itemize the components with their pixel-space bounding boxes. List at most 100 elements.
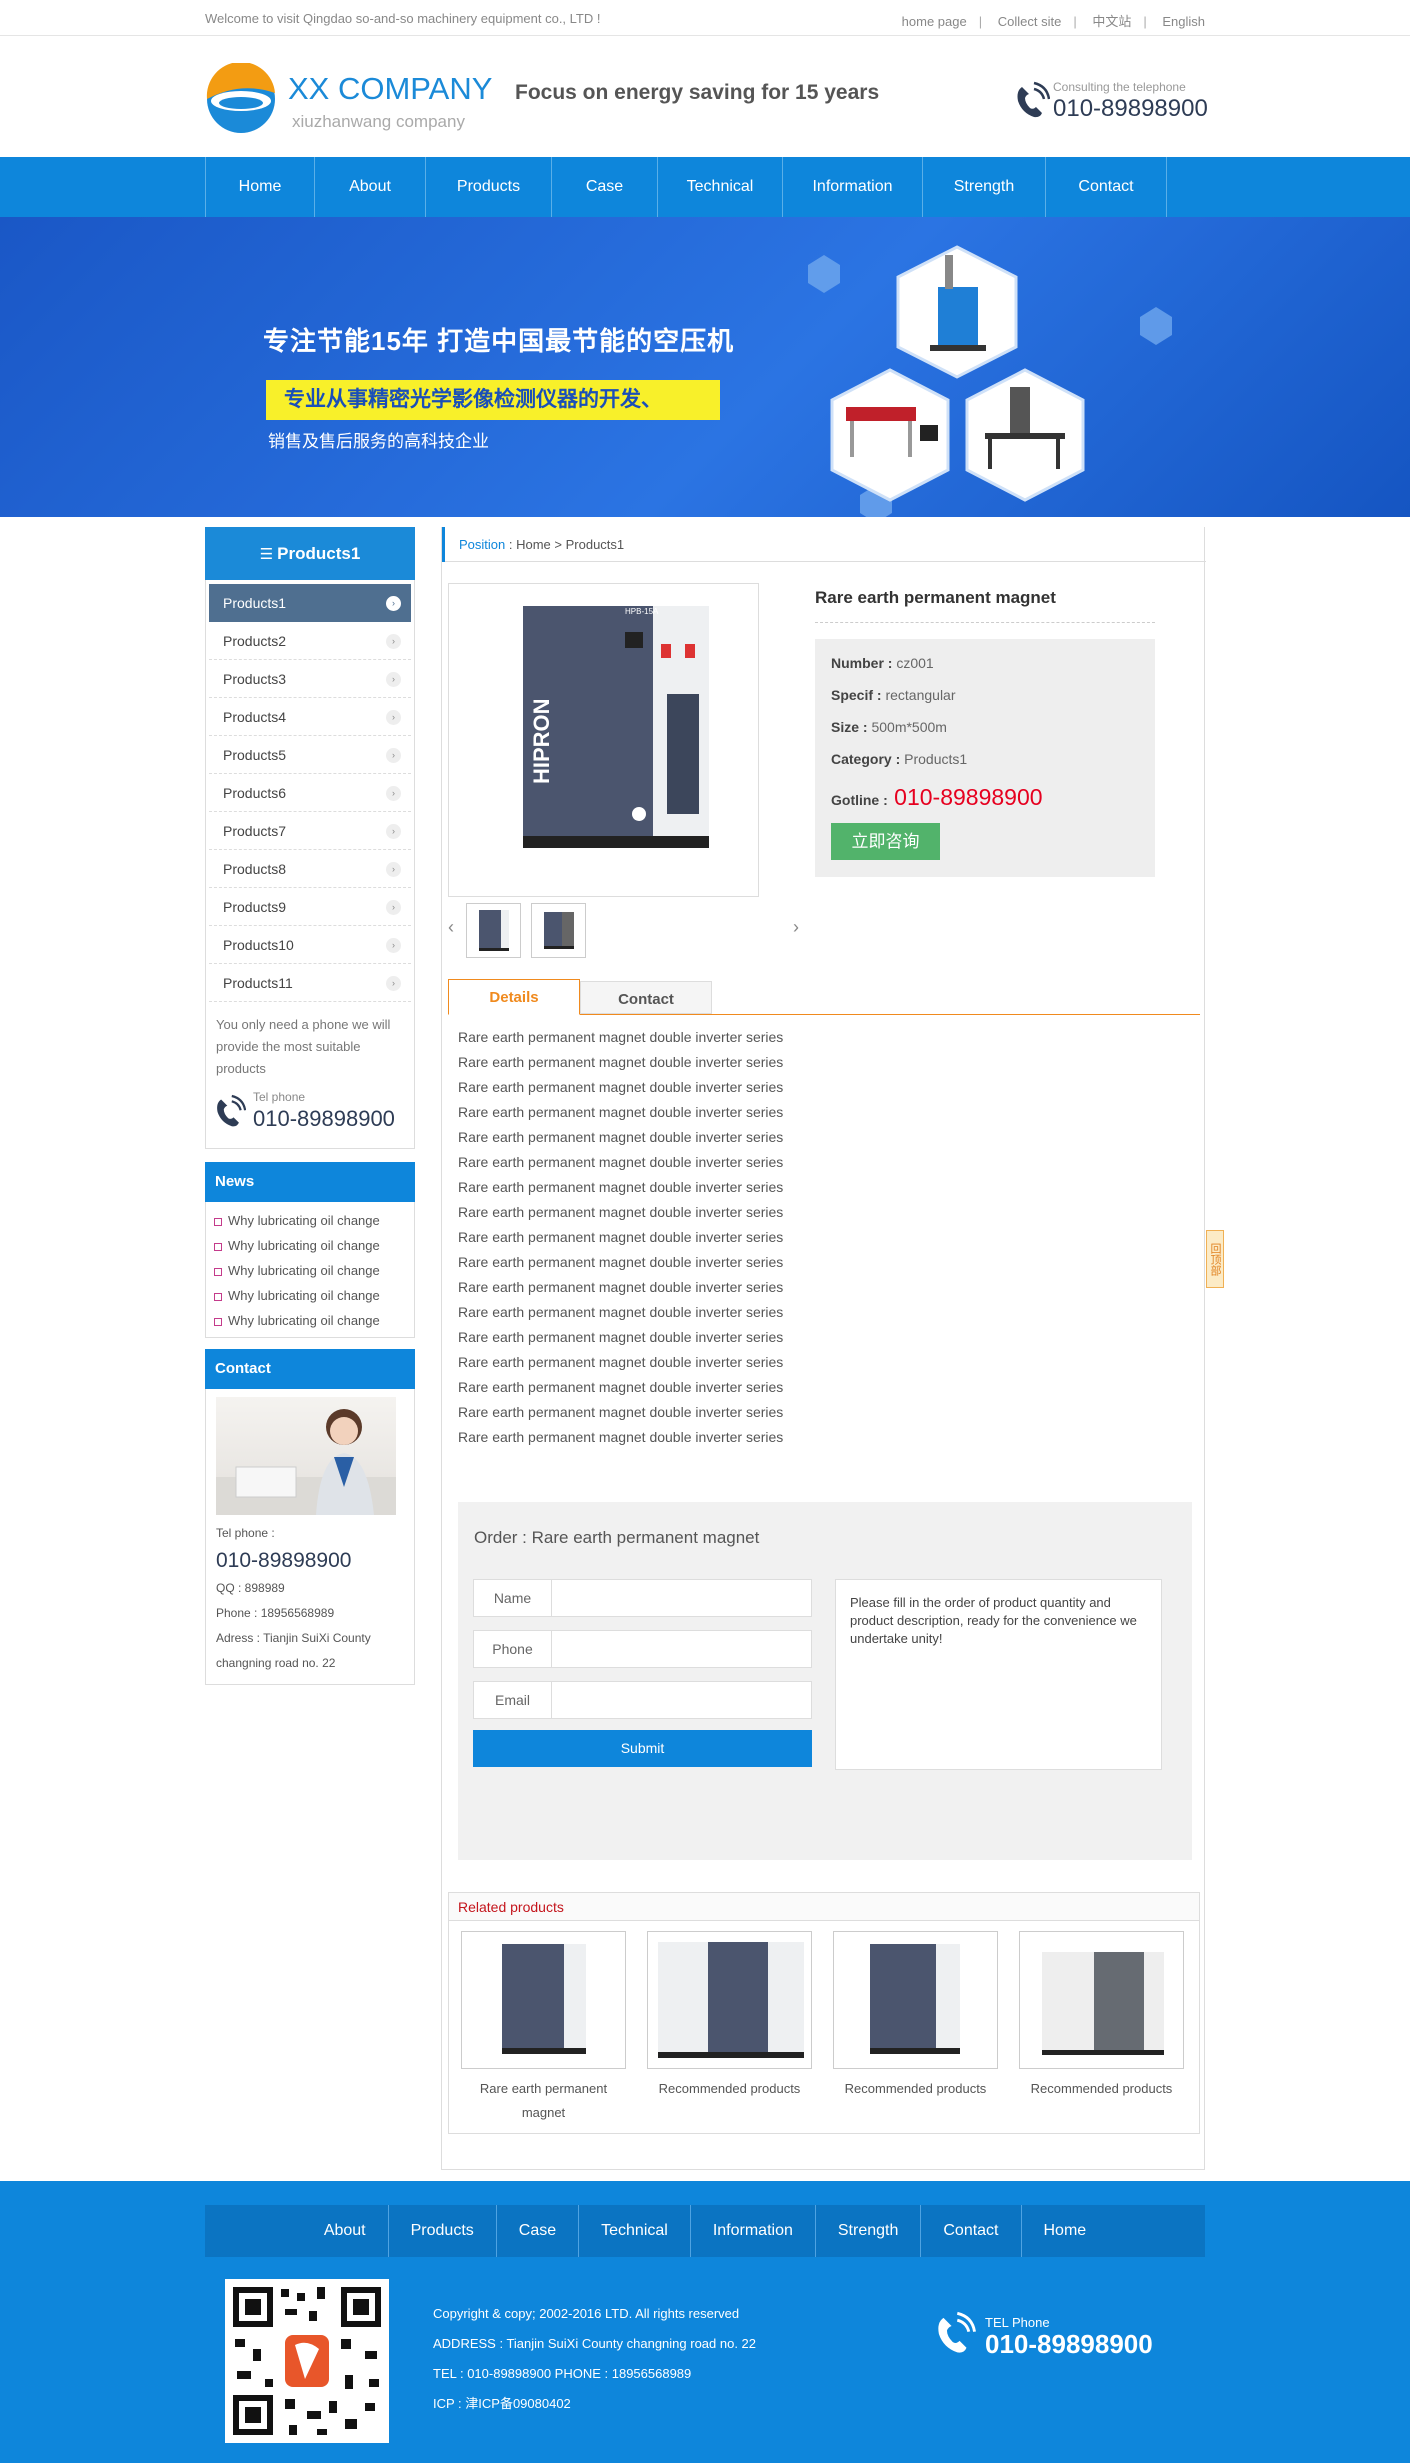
details-line: Rare earth permanent magnet double inver…	[458, 1154, 784, 1170]
header-tel-number: 010-89898900	[1053, 95, 1208, 122]
footer-nav-about[interactable]: About	[302, 2205, 389, 2257]
breadcrumb: Position : Home > Products1	[442, 527, 1206, 562]
related-image[interactable]	[461, 1931, 626, 2069]
sidebar-item-products6[interactable]: Products6 ›	[209, 774, 411, 812]
chevron-right-icon: ›	[386, 748, 401, 763]
news-item[interactable]: Why lubricating oil change	[214, 1233, 406, 1258]
sidebar-title-text: Products1	[277, 544, 361, 563]
nav-case[interactable]: Case	[551, 157, 657, 217]
top-link-collect[interactable]: Collect site	[998, 14, 1062, 29]
footer-nav-home[interactable]: Home	[1022, 2205, 1109, 2257]
related-image[interactable]	[833, 1931, 998, 2069]
sidebar-item-products10[interactable]: Products10 ›	[209, 926, 411, 964]
sidebar-item-label: Products10	[223, 937, 294, 953]
nav-strength[interactable]: Strength	[922, 157, 1045, 217]
related-item[interactable]: Recommended products	[647, 1931, 812, 2101]
sidebar-item-label: Products1	[223, 595, 287, 611]
banner-highlight: 专业从事精密光学影像检测仪器的开发、	[266, 380, 720, 420]
consult-button[interactable]: 立即咨询	[831, 823, 940, 860]
tab-details[interactable]: Details	[448, 979, 580, 1015]
footer-nav-strength[interactable]: Strength	[816, 2205, 922, 2257]
sidebar-item-products8[interactable]: Products8 ›	[209, 850, 411, 888]
related-caption[interactable]: Recommended products	[647, 2077, 812, 2101]
main-content: Position : Home > Products1 HIPRON HPB-1…	[441, 527, 1206, 2170]
breadcrumb-arrow: >	[550, 537, 566, 552]
related-caption[interactable]: Rare earth permanent magnet	[461, 2077, 626, 2125]
sidebar-item-products4[interactable]: Products4 ›	[209, 698, 411, 736]
sidebar-item-products5[interactable]: Products5 ›	[209, 736, 411, 774]
chevron-right-icon: ›	[386, 938, 401, 953]
sidebar-item-label: Products7	[223, 823, 287, 839]
sidebar-item-products1[interactable]: Products1 ›	[209, 584, 411, 622]
footer-nav-products[interactable]: Products	[389, 2205, 497, 2257]
nav-products[interactable]: Products	[425, 157, 551, 217]
message-textarea[interactable]: Please fill in the order of product quan…	[835, 1579, 1162, 1770]
sidebar-item-products3[interactable]: Products3 ›	[209, 660, 411, 698]
product-brand-text: HIPRON	[529, 698, 554, 784]
nav-contact[interactable]: Contact	[1045, 157, 1167, 217]
details-line: Rare earth permanent magnet double inver…	[458, 1379, 784, 1395]
top-link-home[interactable]: home page	[902, 14, 967, 29]
thumbnail-2[interactable]	[531, 903, 586, 958]
details-line: Rare earth permanent magnet double inver…	[458, 1229, 784, 1245]
nav-home[interactable]: Home	[205, 157, 314, 217]
tab-contact[interactable]: Contact	[580, 981, 712, 1014]
spec-gotline-value: 010-89898900	[887, 784, 1043, 810]
sidebar-item-label: Products4	[223, 709, 287, 725]
sidebar-item-label: Products2	[223, 633, 287, 649]
details-line: Rare earth permanent magnet double inver…	[458, 1404, 784, 1420]
related-item[interactable]: Recommended products	[1019, 1931, 1184, 2101]
footer-nav-information[interactable]: Information	[691, 2205, 816, 2257]
email-field[interactable]: Email	[473, 1681, 812, 1719]
breadcrumb-home[interactable]: Home	[516, 537, 551, 552]
footer-nav-technical[interactable]: Technical	[579, 2205, 691, 2257]
product-main-image[interactable]: HIPRON HPB-15A	[448, 583, 759, 897]
footer-tel-number: 010-89898900	[985, 2329, 1153, 2359]
name-field[interactable]: Name	[473, 1579, 812, 1617]
submit-button[interactable]: Submit	[473, 1730, 812, 1767]
news-item[interactable]: Why lubricating oil change	[214, 1208, 406, 1233]
sidebar-item-products7[interactable]: Products7 ›	[209, 812, 411, 850]
sidebar-tel-label: Tel phone	[253, 1090, 306, 1104]
breadcrumb-current[interactable]: Products1	[566, 537, 625, 552]
nav-technical[interactable]: Technical	[657, 157, 782, 217]
footer-nav-case[interactable]: Case	[497, 2205, 580, 2257]
product-spec-panel: Number : cz001 Specif : rectangular Size…	[815, 639, 1155, 877]
details-line: Rare earth permanent magnet double inver…	[458, 1354, 784, 1370]
banner[interactable]: 专注节能15年 打造中国最节能的空压机 专业从事精密光学影像检测仪器的开发、 销…	[0, 217, 1410, 517]
breadcrumb-separator: :	[505, 537, 517, 552]
top-link-english[interactable]: English	[1162, 14, 1205, 29]
welcome-text: Welcome to visit Qingdao so-and-so machi…	[205, 11, 601, 26]
related-image[interactable]	[647, 1931, 812, 2069]
news-item[interactable]: Why lubricating oil change	[214, 1283, 406, 1308]
back-to-top-tag[interactable]: 回顶部	[1206, 1230, 1224, 1288]
thumbnail-1[interactable]	[466, 903, 521, 958]
sidebar-item-products9[interactable]: Products9 ›	[209, 888, 411, 926]
related-image[interactable]	[1019, 1931, 1184, 2069]
phone-field[interactable]: Phone	[473, 1630, 812, 1668]
contact-address-line1: Adress : Tianjin SuiXi County	[216, 1631, 371, 1645]
chevron-left-icon[interactable]: ‹	[448, 917, 454, 938]
news-title: News	[205, 1162, 415, 1202]
top-link-chinese[interactable]: 中文站	[1092, 14, 1131, 29]
nav-about[interactable]: About	[314, 157, 425, 217]
related-item[interactable]: Rare earth permanent magnet	[461, 1931, 626, 2125]
footer-nav-contact[interactable]: Contact	[921, 2205, 1022, 2257]
spec-specif-value: rectangular	[881, 687, 956, 703]
product-model-text: HPB-15A	[625, 607, 659, 616]
related-caption[interactable]: Recommended products	[833, 2077, 998, 2101]
chevron-right-icon: ›	[386, 634, 401, 649]
related-caption[interactable]: Recommended products	[1019, 2077, 1184, 2101]
sidebar-item-products2[interactable]: Products2 ›	[209, 622, 411, 660]
news-item[interactable]: Why lubricating oil change	[214, 1308, 406, 1333]
nav-information[interactable]: Information	[782, 157, 922, 217]
spec-size-value: 500m*500m	[867, 719, 947, 735]
footer-icp[interactable]: ICP : 津ICP备09080402	[433, 2389, 756, 2419]
related-item[interactable]: Recommended products	[833, 1931, 998, 2101]
qr-code-icon	[225, 2279, 389, 2443]
company-logo-icon[interactable]	[205, 63, 277, 135]
chevron-right-icon[interactable]: ›	[793, 917, 799, 938]
sidebar-item-products11[interactable]: Products11 ›	[209, 964, 411, 1002]
news-item[interactable]: Why lubricating oil change	[214, 1258, 406, 1283]
spec-size: Size : 500m*500m	[831, 711, 1139, 743]
